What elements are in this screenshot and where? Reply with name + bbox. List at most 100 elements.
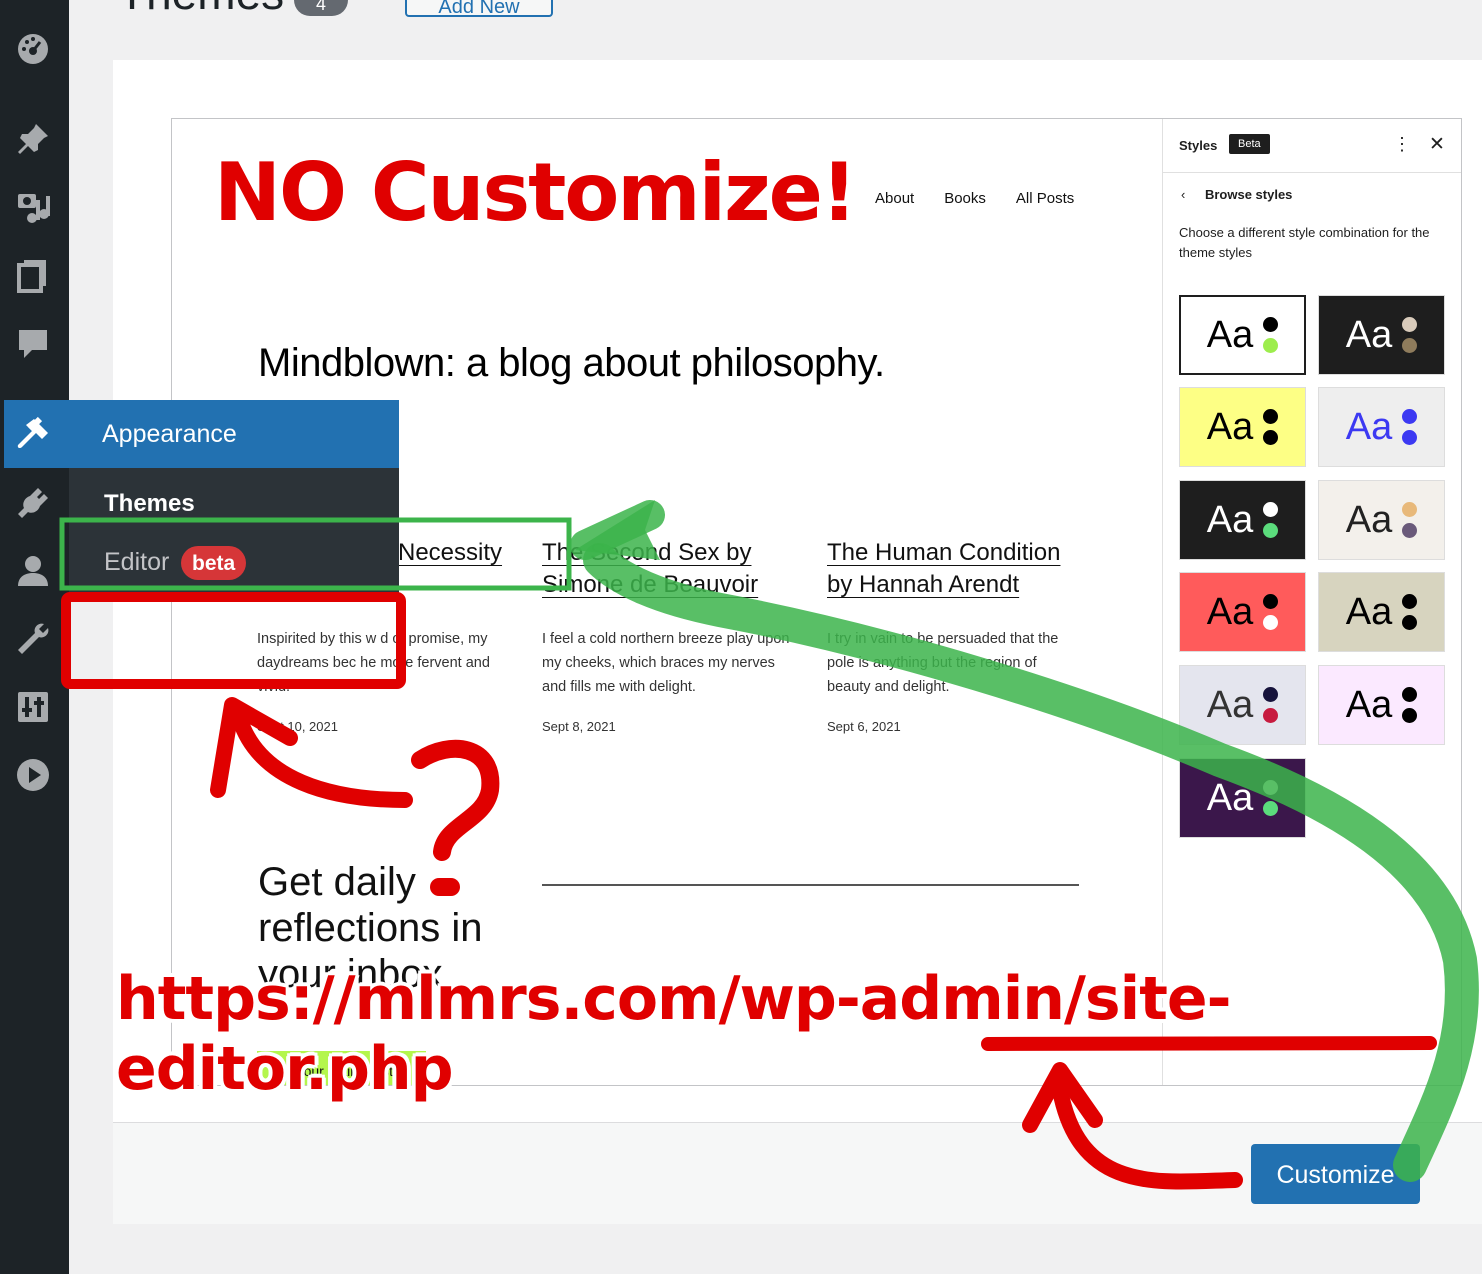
dashboard-icon[interactable] [14,30,52,68]
color-dot [1263,430,1279,445]
color-dot [1402,523,1418,538]
admin-sidebar [0,0,69,1274]
editor-beta-badge: beta [181,546,247,580]
post-excerpt-1: Inspirited by this w d of promise, my da… [257,631,490,695]
post-title-3: The Human Condition by Hannah Arendt [827,537,1060,601]
post-title-2-line2: Simone de Beauvoir [542,571,759,598]
nav-item-all-posts: All Posts [1015,190,1075,207]
site-title: Mindblown: a blog about philosophy. [258,341,885,385]
style-variation-swatch[interactable]: Aa [1179,295,1306,375]
styles-panel-title: Styles [1179,138,1218,153]
style-variation-swatch[interactable]: Aa [1318,665,1445,745]
theme-count-badge: 4 [294,0,348,16]
color-dot [1402,317,1418,332]
color-dot [1263,409,1279,424]
tools-icon[interactable] [14,620,52,658]
style-variation-swatch[interactable]: Aa [1179,665,1306,745]
color-dot [1263,801,1279,816]
swatch-sample-text: Aa [1345,590,1393,633]
swatch-sample-text: Aa [1206,313,1254,356]
styles-beta-badge: Beta [1229,134,1270,154]
color-dot [1402,687,1418,702]
media-icon[interactable] [14,188,52,226]
wp-admin-page: Themes 4 Add New About Books All Posts M… [0,0,1482,1274]
separator-line [542,884,1079,886]
color-dot [1402,502,1418,517]
page-title: Themes [118,0,284,20]
style-variation-swatch[interactable]: Aa [1179,572,1306,652]
color-dot [1402,615,1418,630]
plugins-icon[interactable] [14,484,52,522]
swatch-color-dots [1263,409,1279,445]
site-navigation: About Books All Posts [875,190,1074,207]
style-variation-swatch[interactable]: Aa [1179,758,1306,838]
swatch-sample-text: Aa [1206,683,1254,726]
style-variation-swatch[interactable]: Aa [1318,572,1445,652]
submenu-editor[interactable]: Editor [104,548,169,577]
add-new-button[interactable]: Add New [405,0,553,18]
swatch-color-dots [1263,780,1279,816]
color-dot [1263,708,1279,723]
swatch-color-dots [1263,594,1279,630]
style-variation-swatch[interactable]: Aa [1179,480,1306,560]
swatch-sample-text: Aa [1206,776,1254,819]
swatch-sample-text: Aa [1345,405,1393,448]
post-date-2: Sept 8, 2021 [542,719,616,734]
swatch-color-dots [1402,317,1418,353]
swatch-color-dots [1402,594,1418,630]
color-dot [1402,430,1418,445]
menu-appearance[interactable]: Appearance [4,400,399,468]
browse-styles-header: ‹ Browse styles [1181,187,1292,202]
swatch-sample-text: Aa [1206,405,1254,448]
comments-icon[interactable] [14,324,52,362]
nav-item-about: About [875,190,915,207]
theme-screenshot: About Books All Posts Mindblown: a blog … [171,118,1462,1086]
nav-item-books: Books [944,190,986,207]
color-dot [1402,338,1418,353]
annotation-url: https://mlmrs.com/wp-admin/site-editor.p… [116,964,1231,1104]
settings-icon[interactable] [14,688,52,726]
post-date-1: Sept 10, 2021 [257,719,338,734]
swatch-sample-text: Aa [1345,313,1393,356]
color-dot [1402,708,1418,723]
browse-styles-description: Choose a different style combination for… [1179,225,1430,260]
post-title-3-line2: by Hannah Arendt [827,571,1020,598]
post-title-3-line1: The Human Condition [827,539,1061,566]
color-dot [1402,594,1418,609]
swatch-color-dots [1263,317,1279,353]
post-excerpt-2: I feel a cold northern breeze play upon … [542,631,790,695]
color-dot [1263,687,1279,702]
post-title-2-line1: The Second Sex by [542,539,752,566]
style-variation-swatch[interactable]: Aa [1318,480,1445,560]
color-dot [1263,317,1279,332]
swatch-sample-text: Aa [1345,683,1393,726]
submenu-themes[interactable]: Themes [104,490,195,518]
close-icon: ✕ [1429,134,1445,155]
color-dot [1263,502,1279,517]
swatch-color-dots [1263,687,1279,723]
pages-icon[interactable] [14,256,52,294]
appearance-submenu: Themes Editor beta [69,468,399,593]
annotation-headline: NO Customize! [214,146,857,239]
color-dot [1263,338,1279,353]
color-dot [1263,594,1279,609]
style-variation-swatch[interactable]: Aa [1179,387,1306,467]
customize-button[interactable]: Customize [1251,1144,1420,1204]
pin-icon[interactable] [14,120,52,158]
color-dot [1263,615,1279,630]
style-variation-swatch[interactable]: Aa [1318,295,1445,375]
post-title-1: Necessity [398,539,503,566]
back-chevron-icon: ‹ [1181,187,1186,202]
color-dot [1263,780,1279,795]
users-icon[interactable] [14,552,52,590]
swatch-sample-text: Aa [1206,590,1254,633]
swatch-color-dots [1263,502,1279,538]
swatch-color-dots [1402,687,1418,723]
style-variation-swatch[interactable]: Aa [1318,387,1445,467]
play-icon[interactable] [14,756,52,794]
swatch-sample-text: Aa [1206,498,1254,541]
color-dot [1263,523,1279,538]
more-options-icon: ⋮ [1393,134,1411,154]
post-title-2: The Second Sex by Simone de Beauvoir [542,537,758,601]
post-date-3: Sept 6, 2021 [827,719,901,734]
